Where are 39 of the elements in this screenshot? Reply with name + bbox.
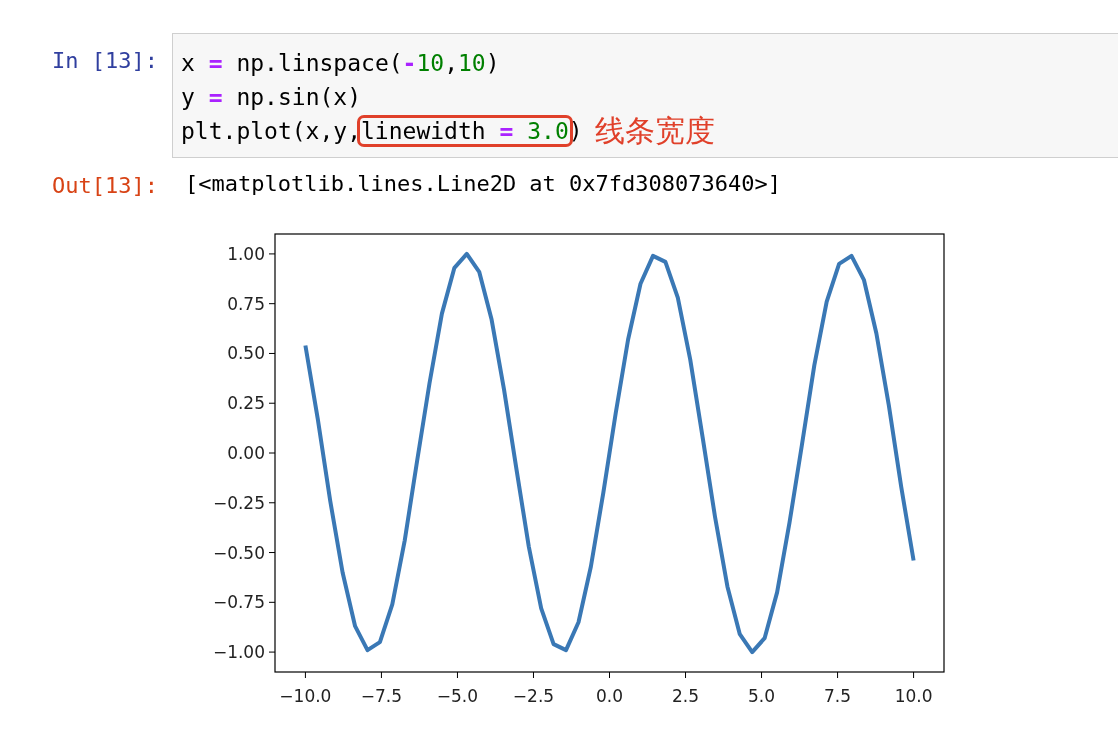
code-token: ) (485, 50, 500, 76)
y-tick-label: −1.00 (212, 642, 265, 663)
code-cell[interactable]: x = np.linspace(-10,10) y = np.sin(x) plt.plot(x,y,linewidth = 3.0) 线条宽度 (172, 33, 1118, 158)
code-token: = (208, 50, 223, 76)
code-token: ) (568, 118, 583, 144)
code-token: = (208, 84, 223, 110)
code-token: = (499, 118, 514, 144)
y-tick-label: 0.00 (227, 443, 265, 463)
x-tick-label: 10.0 (894, 686, 933, 706)
y-tick-label: 0.75 (227, 293, 265, 314)
y-tick-label: −0.25 (212, 492, 265, 513)
output-text: [<matplotlib.lines.Line2D at 0x7fd308073640>] (184, 170, 783, 196)
input-prompt: In [13]: (52, 48, 158, 73)
x-tick-label: −5.0 (436, 686, 479, 706)
y-tick-label: 0.50 (227, 343, 265, 364)
code-token: x (181, 50, 196, 76)
y-tick-label: 1.00 (227, 243, 265, 264)
code-token: 3.0 (526, 118, 569, 144)
y-tick-label: 0.25 (227, 393, 265, 414)
x-tick-label: 0.0 (596, 686, 623, 706)
code-token: y (181, 84, 196, 110)
annotation-text: 线条宽度 (594, 111, 715, 150)
output-prompt: Out[13]: (52, 173, 158, 198)
x-tick-label: 7.5 (824, 686, 852, 706)
x-tick-label: 2.5 (672, 686, 700, 706)
code-token: 10 (416, 50, 445, 76)
code-token: linewidth (361, 118, 487, 144)
code-token: , (444, 50, 458, 76)
y-tick-label: −0.50 (212, 542, 265, 563)
code-token: - (402, 50, 417, 76)
x-tick-label: −7.5 (360, 686, 403, 706)
code-token: 10 (458, 50, 486, 76)
code-token: plt.plot(x,y, (181, 118, 361, 144)
x-tick-label: −10.0 (279, 686, 332, 706)
y-tick-label: −0.75 (212, 592, 265, 613)
code-token: np.sin(x) (235, 84, 362, 110)
x-tick-label: −2.5 (512, 686, 555, 706)
code-token: np.linspace( (235, 50, 403, 76)
x-tick-label: 5.0 (748, 686, 776, 706)
